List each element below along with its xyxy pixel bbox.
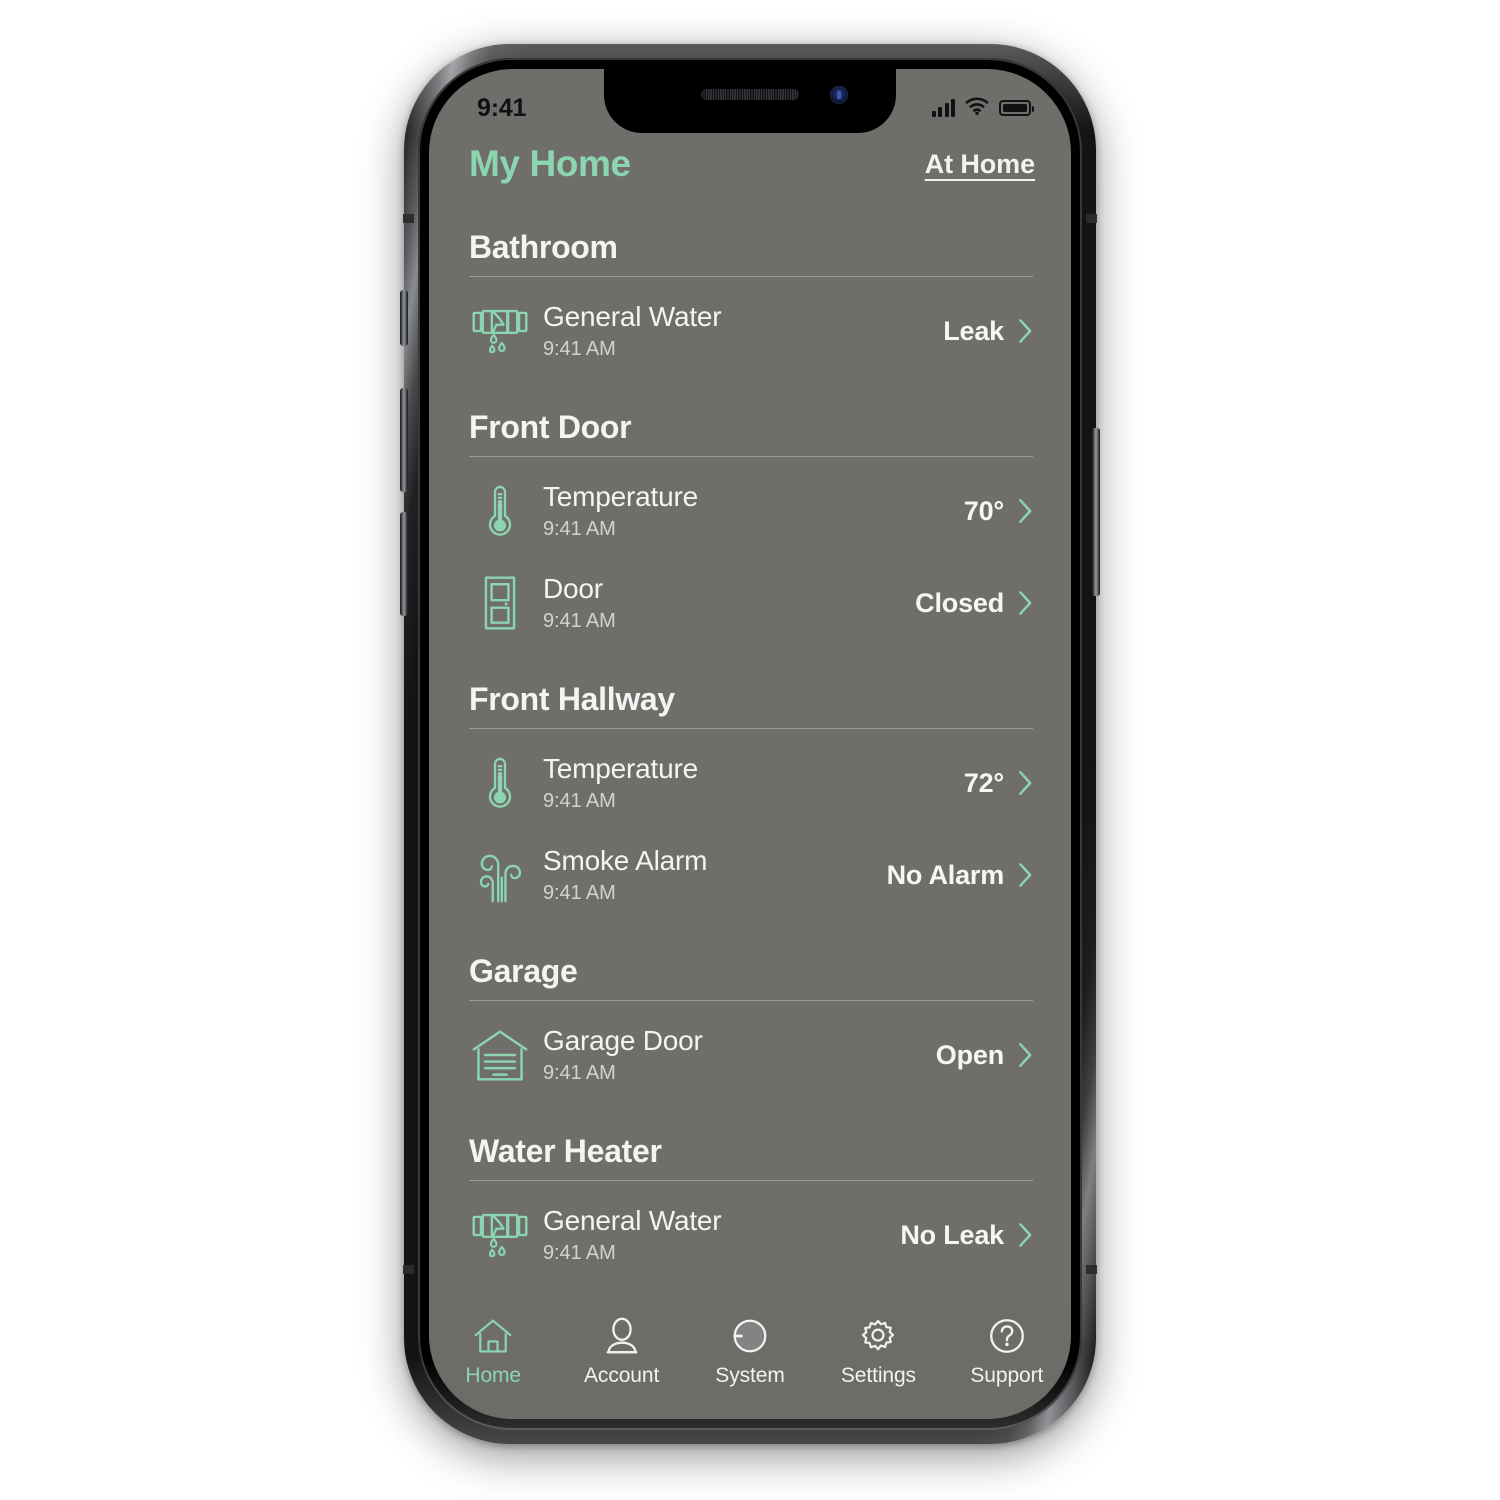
device-row-text: Smoke Alarm 9:41 AM	[543, 844, 887, 905]
app-header: My Home At Home	[429, 133, 1071, 195]
screenshot-canvas: 9:41 My Home At Home Bathroom General Wa…	[0, 0, 1500, 1500]
device-name: Door	[543, 573, 603, 605]
section-divider	[469, 1000, 1033, 1001]
water-pipe-leak-icon	[469, 300, 531, 362]
question-circle-icon	[987, 1315, 1027, 1357]
device-row-text: General Water 9:41 AM	[543, 300, 943, 361]
home-icon	[473, 1315, 513, 1357]
device-row[interactable]: Garage Door 9:41 AM Open	[469, 1007, 1033, 1099]
tab-label: System	[715, 1364, 785, 1387]
device-status-value: No Leak	[900, 1219, 1004, 1250]
chevron-right-icon[interactable]	[1018, 498, 1033, 524]
thermometer-icon	[469, 752, 531, 814]
cellular-signal-icon	[931, 99, 955, 117]
device-name: General Water	[543, 1205, 722, 1237]
phone-device-frame: 9:41 My Home At Home Bathroom General Wa…	[400, 44, 1100, 1444]
chevron-right-icon[interactable]	[1018, 1042, 1033, 1068]
device-status-value: Closed	[915, 587, 1004, 618]
phone-bezel: 9:41 My Home At Home Bathroom General Wa…	[418, 58, 1082, 1430]
tab-home[interactable]: Home	[429, 1315, 557, 1388]
chevron-right-icon[interactable]	[1018, 1222, 1033, 1248]
device-timestamp: 9:41 AM	[543, 881, 616, 904]
door-icon	[469, 572, 531, 634]
device-timestamp: 9:41 AM	[543, 337, 616, 360]
smoke-alarm-icon	[469, 844, 531, 906]
tab-label: Account	[584, 1364, 660, 1387]
status-bar-clock: 9:41	[477, 93, 527, 122]
antenna-band	[1086, 1265, 1097, 1274]
device-row[interactable]: General Water 9:41 AM Leak	[469, 283, 1033, 375]
status-bar-indicators	[931, 97, 1034, 120]
device-status-value: Leak	[943, 315, 1004, 346]
phone-screen: 9:41 My Home At Home Bathroom General Wa…	[429, 69, 1071, 1419]
tab-account[interactable]: Account	[557, 1315, 685, 1388]
earpiece-speaker-icon	[701, 89, 799, 100]
wifi-icon	[965, 97, 989, 120]
front-camera-icon	[830, 86, 848, 104]
device-row[interactable]: General Water 9:41 AM No Leak	[469, 1187, 1033, 1279]
volume-down-button[interactable]	[400, 512, 408, 616]
device-name: Temperature	[543, 753, 698, 785]
device-status-value: 70°	[963, 495, 1004, 526]
device-row[interactable]: Smoke Alarm 9:41 AM No Alarm	[469, 827, 1033, 919]
system-dial-icon	[730, 1315, 770, 1357]
device-name: Garage Door	[543, 1025, 703, 1057]
at-home-status-button[interactable]: At Home	[925, 149, 1035, 180]
section-title: Front Hallway	[469, 681, 675, 717]
device-row[interactable]: Door 9:41 AM Closed	[469, 555, 1033, 647]
antenna-band	[403, 214, 414, 223]
antenna-band	[403, 1265, 414, 1274]
device-timestamp: 9:41 AM	[543, 609, 616, 632]
device-row-text: Door 9:41 AM	[543, 572, 915, 633]
antenna-band	[1086, 214, 1097, 223]
section-title: Bathroom	[469, 229, 618, 265]
chevron-right-icon[interactable]	[1018, 590, 1033, 616]
device-status-value: 72°	[963, 767, 1004, 798]
device-status-value: No Alarm	[886, 859, 1005, 890]
section-title: Water Heater	[469, 1133, 662, 1169]
tab-label: Home	[465, 1364, 522, 1387]
device-row-text: Garage Door 9:41 AM	[543, 1024, 936, 1085]
page-title: My Home	[469, 143, 631, 184]
device-row-text: Temperature 9:41 AM	[543, 752, 964, 813]
device-name: Smoke Alarm	[543, 845, 708, 877]
section-title: Front Door	[469, 409, 632, 445]
section-divider	[469, 1180, 1033, 1181]
notch	[604, 69, 896, 133]
chevron-right-icon[interactable]	[1018, 770, 1033, 796]
section-divider	[469, 456, 1033, 457]
section-divider	[469, 728, 1033, 729]
device-timestamp: 9:41 AM	[543, 1241, 616, 1264]
device-status-value: Open	[935, 1039, 1004, 1070]
tab-label: Support	[970, 1364, 1044, 1387]
device-timestamp: 9:41 AM	[543, 789, 616, 812]
person-icon	[602, 1315, 642, 1357]
device-row[interactable]: Temperature 9:41 AM 72°	[469, 735, 1033, 827]
device-timestamp: 9:41 AM	[543, 517, 616, 540]
garage-door-icon	[469, 1024, 531, 1086]
silent-switch[interactable]	[400, 290, 408, 346]
tab-system[interactable]: System	[686, 1315, 814, 1388]
tab-support[interactable]: Support	[943, 1315, 1071, 1388]
gear-icon	[858, 1315, 898, 1357]
section-title: Garage	[469, 953, 578, 989]
water-pipe-leak-icon	[469, 1204, 531, 1266]
volume-up-button[interactable]	[400, 388, 408, 492]
device-name: Temperature	[543, 481, 698, 513]
power-button[interactable]	[1092, 428, 1100, 596]
device-list[interactable]: Bathroom General Water 9:41 AM Leak Front Do…	[429, 195, 1071, 1419]
device-timestamp: 9:41 AM	[543, 1061, 616, 1084]
section-divider	[469, 276, 1033, 277]
device-row[interactable]: Temperature 9:41 AM 70°	[469, 463, 1033, 555]
battery-icon	[999, 100, 1034, 116]
thermometer-icon	[469, 480, 531, 542]
device-row-text: General Water 9:41 AM	[543, 1204, 900, 1265]
tab-settings[interactable]: Settings	[814, 1315, 942, 1388]
chevron-right-icon[interactable]	[1018, 862, 1033, 888]
bottom-tab-bar: Home Account System Settings Support	[429, 1303, 1071, 1419]
chevron-right-icon[interactable]	[1018, 318, 1033, 344]
tab-label: Settings	[840, 1364, 916, 1387]
device-name: General Water	[543, 301, 722, 333]
device-row-text: Temperature 9:41 AM	[543, 480, 964, 541]
